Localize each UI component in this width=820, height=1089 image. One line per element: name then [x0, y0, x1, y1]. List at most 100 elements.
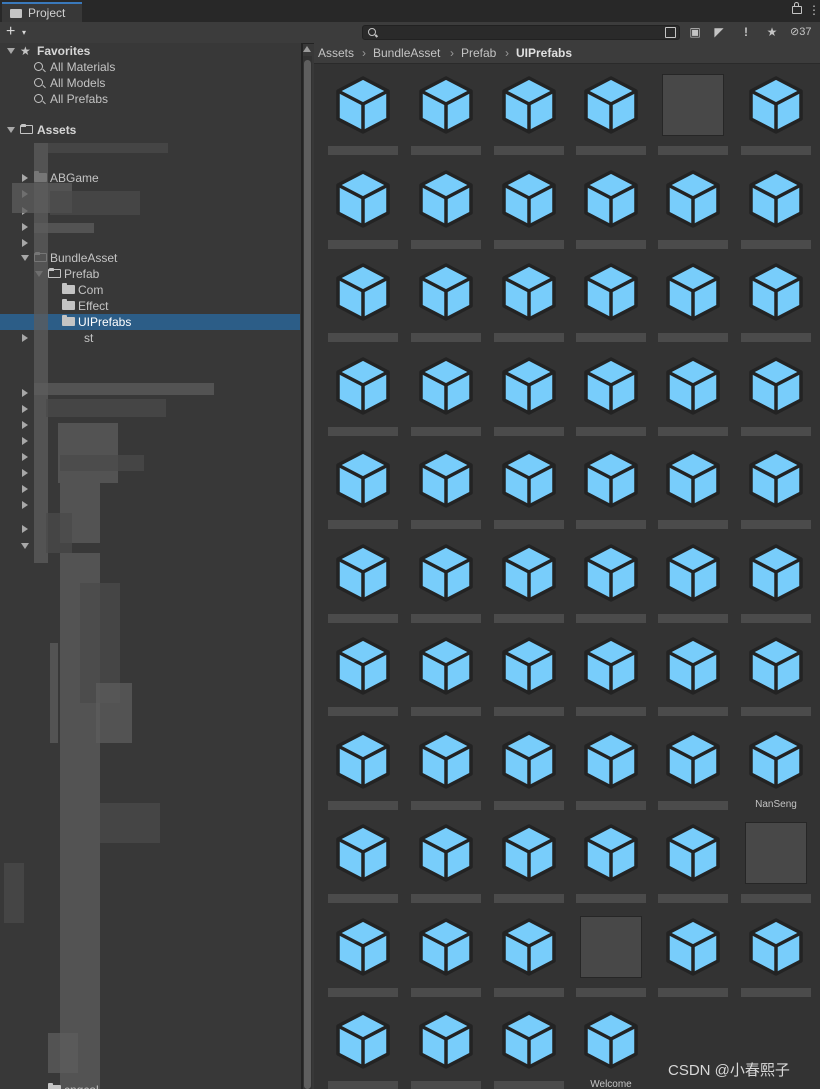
asset-item[interactable] — [576, 916, 646, 1006]
asset-item[interactable] — [494, 355, 564, 445]
favorites-item-all-materials[interactable]: All Materials — [0, 59, 300, 75]
breadcrumb-prefab[interactable]: Prefab — [461, 46, 496, 60]
asset-item[interactable] — [411, 635, 481, 725]
favorites-item-all-prefabs[interactable]: All Prefabs — [0, 91, 300, 107]
asset-item[interactable] — [328, 1009, 398, 1089]
hidden-packages-toggle[interactable]: ⊘37 — [790, 25, 811, 38]
tree-scrollbar[interactable] — [303, 56, 312, 1089]
expand-arrow-icon[interactable] — [22, 223, 28, 231]
expand-arrow-icon[interactable] — [22, 421, 28, 429]
asset-item[interactable] — [576, 542, 646, 632]
expand-arrow-icon[interactable] — [22, 405, 28, 413]
asset-item[interactable] — [411, 74, 481, 164]
search-field[interactable] — [362, 25, 680, 40]
asset-item[interactable] — [576, 168, 646, 258]
asset-item[interactable] — [741, 542, 811, 632]
breadcrumb-bundleasset[interactable]: BundleAsset — [373, 46, 440, 60]
asset-item[interactable] — [658, 916, 728, 1006]
asset-item[interactable] — [658, 74, 728, 164]
asset-item[interactable] — [494, 916, 564, 1006]
search-input[interactable] — [381, 26, 651, 39]
asset-item[interactable] — [658, 168, 728, 258]
asset-item[interactable] — [494, 729, 564, 819]
asset-item[interactable] — [494, 542, 564, 632]
asset-item[interactable] — [741, 448, 811, 538]
favorites-item-all-models[interactable]: All Models — [0, 75, 300, 91]
asset-item[interactable] — [411, 448, 481, 538]
asset-item[interactable] — [328, 168, 398, 258]
asset-item[interactable] — [411, 822, 481, 912]
assets-header[interactable]: Assets — [0, 122, 300, 138]
asset-item[interactable]: NanSeng — [741, 729, 811, 819]
asset-item[interactable] — [741, 261, 811, 351]
asset-item[interactable] — [741, 74, 811, 164]
asset-item[interactable] — [328, 542, 398, 632]
asset-item[interactable] — [411, 916, 481, 1006]
asset-item[interactable] — [658, 729, 728, 819]
expand-arrow-icon[interactable] — [22, 453, 28, 461]
collapse-arrow-icon[interactable] — [7, 127, 15, 133]
asset-item[interactable] — [411, 355, 481, 445]
asset-item[interactable] — [576, 635, 646, 725]
expand-arrow-icon[interactable] — [22, 389, 28, 397]
asset-item[interactable] — [658, 635, 728, 725]
asset-item[interactable] — [494, 1009, 564, 1089]
asset-item[interactable] — [658, 355, 728, 445]
asset-item[interactable] — [658, 542, 728, 632]
asset-item[interactable] — [411, 261, 481, 351]
asset-item[interactable] — [411, 1009, 481, 1089]
expand-arrow-icon[interactable] — [22, 485, 28, 493]
asset-item[interactable] — [328, 916, 398, 1006]
lock-icon[interactable] — [792, 2, 802, 14]
expand-arrow-icon[interactable] — [22, 469, 28, 477]
asset-item[interactable] — [741, 916, 811, 1006]
expand-arrow-icon[interactable] — [22, 501, 28, 509]
asset-item[interactable]: Welcome — [576, 1009, 646, 1089]
expand-arrow-icon[interactable] — [22, 174, 28, 182]
expand-arrow-icon[interactable] — [22, 334, 28, 342]
asset-item[interactable] — [658, 448, 728, 538]
asset-item[interactable] — [576, 355, 646, 445]
asset-item[interactable] — [328, 822, 398, 912]
asset-item[interactable] — [494, 635, 564, 725]
search-mode-icon[interactable] — [665, 27, 676, 38]
asset-item[interactable] — [411, 729, 481, 819]
asset-item[interactable] — [658, 822, 728, 912]
asset-item[interactable] — [494, 74, 564, 164]
asset-item[interactable] — [328, 355, 398, 445]
asset-item[interactable] — [494, 168, 564, 258]
breadcrumb-assets[interactable]: Assets — [318, 46, 354, 60]
asset-item[interactable] — [741, 355, 811, 445]
asset-item[interactable] — [494, 822, 564, 912]
log-icon[interactable]: ! — [736, 24, 756, 41]
asset-item[interactable] — [576, 74, 646, 164]
asset-item[interactable] — [328, 448, 398, 538]
asset-item[interactable] — [411, 542, 481, 632]
asset-item[interactable] — [576, 729, 646, 819]
collapse-arrow-icon[interactable] — [21, 255, 29, 261]
expand-arrow-icon[interactable] — [22, 437, 28, 445]
asset-item[interactable] — [576, 448, 646, 538]
scroll-up-arrow-icon[interactable] — [303, 46, 311, 52]
asset-item[interactable] — [328, 261, 398, 351]
asset-item[interactable] — [741, 168, 811, 258]
favorite-icon[interactable]: ★ — [762, 24, 782, 41]
asset-item[interactable] — [576, 261, 646, 351]
collapse-arrow-icon[interactable] — [21, 543, 29, 549]
kebab-menu-icon[interactable]: ⋮ — [808, 4, 820, 16]
expand-arrow-icon[interactable] — [22, 239, 28, 247]
add-asset-button[interactable]: + ▾ — [6, 22, 36, 42]
asset-item[interactable] — [741, 822, 811, 912]
asset-item[interactable] — [494, 261, 564, 351]
filter-by-label-icon[interactable]: ◤ — [709, 24, 729, 41]
asset-item[interactable] — [494, 448, 564, 538]
asset-item[interactable] — [328, 74, 398, 164]
asset-item[interactable] — [328, 635, 398, 725]
scrollbar-thumb[interactable] — [304, 60, 311, 1089]
asset-item[interactable] — [328, 729, 398, 819]
favorites-header[interactable]: ★ Favorites — [0, 43, 300, 59]
collapse-arrow-icon[interactable] — [7, 48, 15, 54]
asset-item[interactable] — [658, 261, 728, 351]
expand-arrow-icon[interactable] — [22, 525, 28, 533]
search-by-type-icon[interactable]: ▣ — [685, 24, 705, 41]
